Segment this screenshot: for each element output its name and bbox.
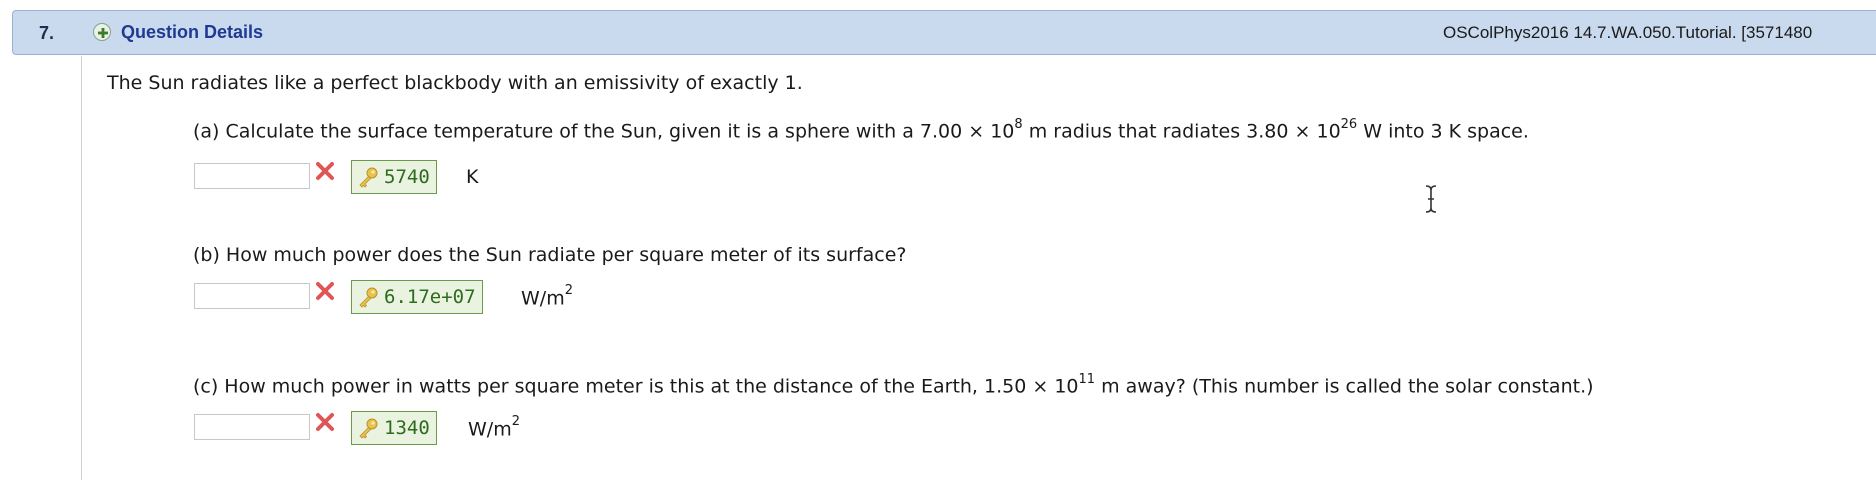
- answer-key-value: 5740: [384, 166, 430, 188]
- answer-key-value: 1340: [384, 417, 430, 439]
- part-b-question: (b) How much power does the Sun radiate …: [193, 244, 907, 266]
- part-c-unit-base: W/m: [468, 418, 512, 441]
- key-icon: [359, 167, 378, 188]
- answer-key-box: 5740: [351, 160, 437, 194]
- answer-key-box: 1340: [351, 411, 437, 445]
- left-divider: [81, 56, 82, 480]
- part-b-unit-exponent: 2: [564, 283, 573, 298]
- question-number: 7.: [39, 23, 55, 43]
- part-c-answer-input[interactable]: [194, 414, 310, 440]
- answer-key-value: 6.17e+07: [384, 286, 476, 308]
- part-c-question: (c) How much power in watts per square m…: [193, 372, 1594, 398]
- part-a-exponent-2: 26: [1340, 117, 1358, 132]
- part-b-unit-base: W/m: [521, 287, 565, 310]
- question-panel: 7. Question Details OSColPhys2016 14.7.W…: [0, 0, 1876, 480]
- part-c-text-2: m away? (This number is called the solar…: [1095, 375, 1594, 398]
- key-icon: [359, 418, 378, 439]
- question-reference: OSColPhys2016 14.7.WA.050.Tutorial. [357…: [1443, 23, 1813, 42]
- part-a-unit: K: [466, 166, 479, 188]
- part-a-text-1: (a) Calculate the surface temperature of…: [193, 120, 1015, 143]
- part-a-text-3: W into 3 K space.: [1357, 120, 1529, 143]
- part-a-text-2: m radius that radiates 3.80 × 10: [1022, 120, 1341, 143]
- part-b-unit: W/m2: [521, 283, 573, 310]
- question-details-link[interactable]: Question Details: [121, 22, 263, 43]
- part-c-exponent-1: 11: [1078, 372, 1096, 387]
- plus-circle-icon[interactable]: [93, 23, 111, 41]
- part-c-unit-exponent: 2: [511, 414, 520, 429]
- red-x-icon: [316, 282, 334, 300]
- red-x-icon: [316, 413, 334, 431]
- red-x-icon: [316, 162, 334, 180]
- question-intro: The Sun radiates like a perfect blackbod…: [107, 72, 803, 94]
- text-cursor-icon: [1425, 185, 1437, 213]
- part-a-answer-input[interactable]: [194, 163, 310, 189]
- key-icon: [359, 287, 378, 308]
- question-header: 7. Question Details OSColPhys2016 14.7.W…: [12, 10, 1876, 55]
- part-b-answer-input[interactable]: [194, 283, 310, 309]
- part-a-exponent-1: 8: [1014, 117, 1023, 132]
- part-c-text-1: (c) How much power in watts per square m…: [193, 375, 1079, 398]
- part-c-unit: W/m2: [468, 414, 520, 441]
- answer-key-box: 6.17e+07: [351, 280, 483, 314]
- part-a-question: (a) Calculate the surface temperature of…: [193, 117, 1529, 143]
